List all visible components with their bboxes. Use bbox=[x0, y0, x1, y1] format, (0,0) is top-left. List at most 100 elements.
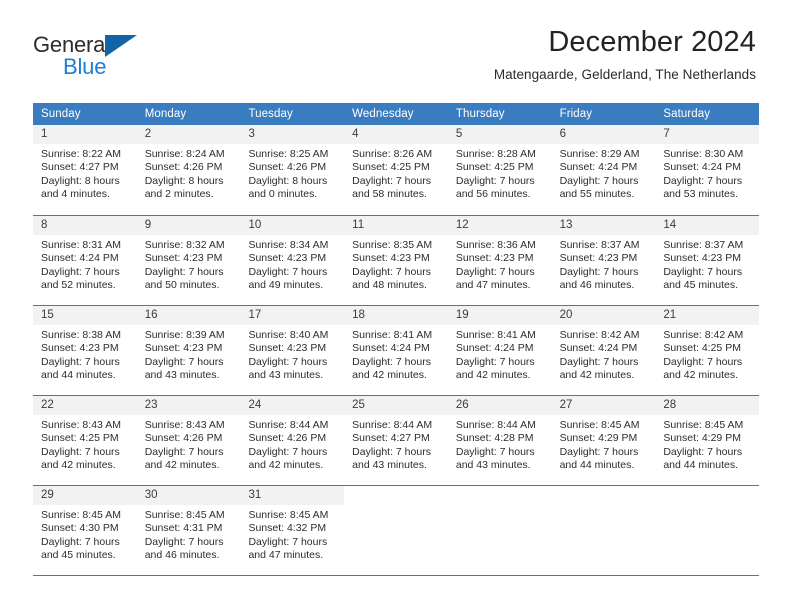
daylight-text-line2: and 0 minutes. bbox=[248, 187, 318, 200]
sunset-text: Sunset: 4:25 PM bbox=[455, 161, 534, 174]
day-cell[interactable]: 13 Sunrise: 8:37 AM Sunset: 4:23 PM Dayligh… bbox=[551, 216, 656, 305]
weekday-header-friday: Friday bbox=[559, 108, 593, 120]
page-header: General Blue December 2024 Matengaarde, … bbox=[0, 0, 792, 84]
day-cell[interactable]: 25 Sunrise: 8:44 AM Sunset: 4:27 PM Dayligh… bbox=[344, 396, 448, 485]
sunrise-text: Sunrise: 8:45 AM bbox=[144, 509, 225, 521]
daylight-text-line1: Daylight: 7 hours bbox=[41, 445, 120, 458]
sunrise-text: Sunrise: 8:36 AM bbox=[455, 239, 536, 251]
sunset-text: Sunset: 4:25 PM bbox=[352, 161, 430, 174]
sunset-text: Sunset: 4:25 PM bbox=[663, 342, 741, 355]
day-cell[interactable]: 17 Sunrise: 8:40 AM Sunset: 4:23 PM Dayligh… bbox=[240, 306, 345, 395]
day-cell[interactable]: 5 Sunrise: 8:28 AM Sunset: 4:25 PM Daylight… bbox=[447, 125, 552, 215]
daylight-text-line1: Daylight: 7 hours bbox=[41, 265, 120, 278]
daylight-text-line1: Daylight: 7 hours bbox=[41, 535, 120, 548]
weekday-header-saturday: Saturday bbox=[663, 108, 711, 120]
sunrise-text: Sunrise: 8:44 AM bbox=[455, 419, 536, 431]
day-cell[interactable]: 30 Sunrise: 8:45 AM Sunset: 4:31 PM Dayligh… bbox=[136, 486, 241, 575]
daylight-text-line2: and 42 minutes. bbox=[41, 458, 116, 471]
day-cell[interactable]: 19 Sunrise: 8:41 AM Sunset: 4:24 PM Dayligh… bbox=[447, 306, 552, 395]
sunrise-text: Sunrise: 8:43 AM bbox=[144, 419, 225, 431]
day-number: 13 bbox=[551, 216, 656, 235]
sunset-text: Sunset: 4:24 PM bbox=[559, 342, 638, 355]
daylight-text-line1: Daylight: 7 hours bbox=[352, 355, 431, 368]
day-cell-empty bbox=[655, 486, 760, 575]
sunrise-text: Sunrise: 8:45 AM bbox=[663, 419, 744, 431]
day-sun-info: Sunrise: 8:45 AM Sunset: 4:31 PM Daylight:… bbox=[137, 505, 241, 562]
day-number: 22 bbox=[33, 396, 137, 415]
daylight-text-line2: and 45 minutes. bbox=[663, 278, 739, 291]
daylight-text-line2: and 42 minutes. bbox=[352, 368, 427, 381]
sunset-text: Sunset: 4:23 PM bbox=[248, 252, 327, 265]
page-subtitle: Matengaarde, Gelderland, The Netherlands bbox=[493, 67, 756, 83]
day-number: 2 bbox=[136, 125, 241, 144]
day-sun-info: Sunrise: 8:41 AM Sunset: 4:24 PM Daylight:… bbox=[448, 325, 552, 382]
day-cell[interactable]: 4 Sunrise: 8:26 AM Sunset: 4:25 PM Daylight… bbox=[344, 125, 448, 215]
day-cell[interactable]: 31 Sunrise: 8:45 AM Sunset: 4:32 PM Dayligh… bbox=[240, 486, 345, 575]
daylight-text-line1: Daylight: 7 hours bbox=[663, 265, 743, 278]
calendar-week-row: 15 Sunrise: 8:38 AM Sunset: 4:23 PM Dayligh… bbox=[33, 305, 760, 395]
daylight-text-line2: and 46 minutes. bbox=[559, 278, 635, 291]
day-number: 14 bbox=[655, 216, 760, 235]
sunrise-text: Sunrise: 8:34 AM bbox=[248, 239, 329, 251]
day-cell[interactable]: 2 Sunrise: 8:24 AM Sunset: 4:26 PM Daylight… bbox=[136, 125, 241, 215]
day-cell[interactable]: 15 Sunrise: 8:38 AM Sunset: 4:23 PM Dayligh… bbox=[33, 306, 137, 395]
day-sun-info: Sunrise: 8:22 AM Sunset: 4:27 PM Daylight:… bbox=[33, 144, 137, 201]
day-cell[interactable]: 24 Sunrise: 8:44 AM Sunset: 4:26 PM Dayligh… bbox=[240, 396, 345, 485]
sunset-text: Sunset: 4:23 PM bbox=[455, 252, 534, 265]
sunset-text: Sunset: 4:26 PM bbox=[144, 161, 223, 174]
day-cell[interactable]: 21 Sunrise: 8:42 AM Sunset: 4:25 PM Dayligh… bbox=[655, 306, 760, 395]
sunrise-text: Sunrise: 8:29 AM bbox=[559, 148, 640, 160]
day-cell[interactable]: 18 Sunrise: 8:41 AM Sunset: 4:24 PM Dayligh… bbox=[344, 306, 448, 395]
daylight-text-line2: and 43 minutes. bbox=[455, 458, 531, 471]
day-cell[interactable]: 20 Sunrise: 8:42 AM Sunset: 4:24 PM Dayligh… bbox=[551, 306, 656, 395]
sunrise-text: Sunrise: 8:44 AM bbox=[248, 419, 329, 431]
daylight-text-line1: Daylight: 8 hours bbox=[144, 174, 224, 187]
day-number: 4 bbox=[344, 125, 448, 144]
day-cell[interactable]: 26 Sunrise: 8:44 AM Sunset: 4:28 PM Dayligh… bbox=[447, 396, 552, 485]
day-cell[interactable]: 3 Sunrise: 8:25 AM Sunset: 4:26 PM Daylight… bbox=[240, 125, 345, 215]
day-cell[interactable]: 27 Sunrise: 8:45 AM Sunset: 4:29 PM Dayligh… bbox=[551, 396, 656, 485]
day-cell[interactable]: 14 Sunrise: 8:37 AM Sunset: 4:23 PM Dayligh… bbox=[655, 216, 760, 305]
daylight-text-line2: and 52 minutes. bbox=[41, 278, 116, 291]
day-cell[interactable]: 12 Sunrise: 8:36 AM Sunset: 4:23 PM Dayligh… bbox=[447, 216, 552, 305]
day-cell[interactable]: 10 Sunrise: 8:34 AM Sunset: 4:23 PM Dayligh… bbox=[240, 216, 345, 305]
day-sun-info: Sunrise: 8:39 AM Sunset: 4:23 PM Daylight:… bbox=[137, 325, 241, 382]
sunrise-text: Sunrise: 8:42 AM bbox=[663, 329, 744, 341]
day-number: 12 bbox=[447, 216, 552, 235]
generalblue-logo: General Blue bbox=[33, 32, 151, 84]
weekday-header-wednesday: Wednesday bbox=[352, 108, 414, 120]
sunset-text: Sunset: 4:23 PM bbox=[41, 342, 119, 355]
sunset-text: Sunset: 4:23 PM bbox=[144, 252, 223, 265]
day-cell[interactable]: 22 Sunrise: 8:43 AM Sunset: 4:25 PM Dayligh… bbox=[33, 396, 137, 485]
day-cell[interactable]: 9 Sunrise: 8:32 AM Sunset: 4:23 PM Daylight… bbox=[136, 216, 241, 305]
sunset-text: Sunset: 4:27 PM bbox=[41, 161, 119, 174]
day-number: 8 bbox=[33, 216, 137, 235]
day-cell[interactable]: 23 Sunrise: 8:43 AM Sunset: 4:26 PM Dayligh… bbox=[136, 396, 241, 485]
day-cell[interactable]: 29 Sunrise: 8:45 AM Sunset: 4:30 PM Dayligh… bbox=[33, 486, 137, 575]
daylight-text-line2: and 4 minutes. bbox=[41, 187, 110, 200]
day-cell[interactable]: 1 Sunrise: 8:22 AM Sunset: 4:27 PM Daylight… bbox=[33, 125, 137, 215]
sunset-text: Sunset: 4:24 PM bbox=[41, 252, 119, 265]
daylight-text-line1: Daylight: 7 hours bbox=[663, 174, 743, 187]
daylight-text-line2: and 42 minutes. bbox=[559, 368, 635, 381]
day-number: 23 bbox=[136, 396, 241, 415]
daylight-text-line2: and 44 minutes. bbox=[663, 458, 739, 471]
daylight-text-line1: Daylight: 7 hours bbox=[455, 265, 535, 278]
daylight-text-line1: Daylight: 7 hours bbox=[248, 535, 328, 548]
calendar-grid: Sunday Monday Tuesday Wednesday Thursday Frid… bbox=[33, 103, 760, 576]
day-number: 27 bbox=[551, 396, 656, 415]
day-sun-info: Sunrise: 8:25 AM Sunset: 4:26 PM Daylight:… bbox=[240, 144, 344, 201]
day-cell[interactable]: 7 Sunrise: 8:30 AM Sunset: 4:24 PM Daylight… bbox=[655, 125, 760, 215]
day-cell[interactable]: 16 Sunrise: 8:39 AM Sunset: 4:23 PM Dayligh… bbox=[136, 306, 241, 395]
day-cell[interactable]: 28 Sunrise: 8:45 AM Sunset: 4:29 PM Dayligh… bbox=[655, 396, 760, 485]
day-cell[interactable]: 8 Sunrise: 8:31 AM Sunset: 4:24 PM Daylight… bbox=[33, 216, 137, 305]
sunrise-text: Sunrise: 8:43 AM bbox=[41, 419, 121, 431]
day-cell[interactable]: 6 Sunrise: 8:29 AM Sunset: 4:24 PM Daylight… bbox=[551, 125, 656, 215]
day-cell[interactable]: 11 Sunrise: 8:35 AM Sunset: 4:23 PM Dayligh… bbox=[344, 216, 448, 305]
day-sun-info: Sunrise: 8:32 AM Sunset: 4:23 PM Daylight:… bbox=[137, 235, 241, 292]
day-number bbox=[447, 486, 552, 505]
daylight-text-line1: Daylight: 7 hours bbox=[144, 355, 224, 368]
day-cell-empty bbox=[551, 486, 656, 575]
calendar-week-row: 1 Sunrise: 8:22 AM Sunset: 4:27 PM Daylight… bbox=[33, 125, 760, 215]
daylight-text-line1: Daylight: 7 hours bbox=[144, 445, 224, 458]
